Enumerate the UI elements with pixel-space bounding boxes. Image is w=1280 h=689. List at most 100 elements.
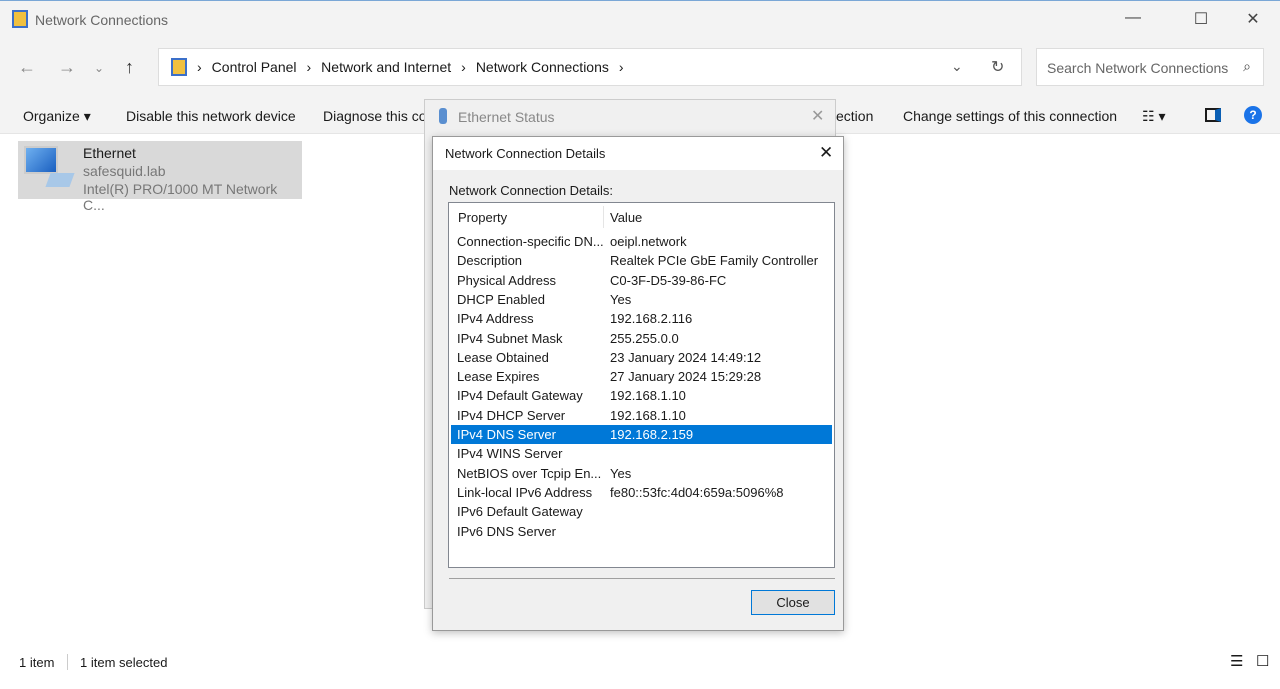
property-cell: Link-local IPv6 Address (457, 484, 593, 500)
column-header-value[interactable]: Value (610, 210, 642, 225)
maximize-button[interactable]: ☐ (1178, 9, 1224, 29)
status-bar: 1 item 1 item selected ☰ ☐ (0, 650, 1280, 676)
property-cell: DHCP Enabled (457, 291, 545, 307)
column-divider[interactable] (603, 206, 604, 228)
property-cell: Lease Expires (457, 369, 540, 385)
item-name: Ethernet (83, 145, 136, 161)
chevron-right-icon: › (618, 59, 624, 75)
dialog-close-icon[interactable]: ✕ (819, 143, 833, 163)
dialog-title: Network Connection Details (445, 146, 606, 161)
list-row[interactable]: IPv4 Address 192.168.2.116 (451, 309, 832, 328)
breadcrumb-network-and-internet[interactable]: Network and Internet (321, 59, 451, 75)
network-adapter-icon (24, 146, 58, 174)
value-cell: fe80::53fc:4d04:659a:5096%8 (610, 484, 784, 500)
network-connection-details-dialog: Network Connection Details ✕ Network Con… (432, 136, 844, 631)
search-icon: ⌕ (1243, 58, 1251, 74)
list-row[interactable]: Lease Obtained 23 January 2024 14:49:12 (451, 348, 832, 367)
list-row[interactable]: Physical Address C0-3F-D5-39-86-FC (451, 271, 832, 290)
value-cell: 23 January 2024 14:49:12 (610, 349, 762, 365)
value-cell: 255.255.0.0 (610, 330, 679, 346)
value-cell: 27 January 2024 15:29:28 (610, 369, 762, 385)
ethernet-status-title: Ethernet Status (458, 109, 555, 125)
property-cell: NetBIOS over Tcpip En... (457, 465, 602, 481)
list-row[interactable]: IPv4 DHCP Server 192.168.1.10 (451, 406, 832, 425)
property-cell: IPv4 DHCP Server (457, 407, 566, 423)
change-settings-button[interactable]: Change settings of this connection (903, 108, 1117, 124)
help-icon[interactable]: ? (1244, 106, 1262, 124)
property-cell: IPv4 Subnet Mask (457, 330, 563, 346)
recent-chevron-icon[interactable]: ⌄ (94, 61, 104, 75)
minimize-button[interactable]: — (1110, 9, 1156, 27)
list-row[interactable]: Connection-specific DN... oeipl.network (451, 232, 832, 251)
network-connections-icon (12, 10, 28, 28)
breadcrumb-control-panel[interactable]: Control Panel (212, 59, 297, 75)
list-row[interactable]: IPv4 Default Gateway 192.168.1.10 (451, 386, 832, 405)
breadcrumb-network-connections[interactable]: Network Connections (476, 59, 609, 75)
search-input[interactable]: Search Network Connections ⌕ (1036, 48, 1264, 86)
dialog-title-bar: Network Connection Details ✕ (433, 137, 843, 170)
property-cell: IPv4 Default Gateway (457, 388, 583, 404)
view-options-icon[interactable]: ☷ ▾ (1142, 108, 1165, 125)
diagnose-button[interactable]: Diagnose this co (323, 108, 427, 124)
ethernet-cable-icon (45, 173, 75, 187)
separator (449, 578, 835, 579)
chevron-right-icon: › (306, 59, 312, 75)
rename-button[interactable]: ection (836, 108, 873, 124)
value-cell: Yes (610, 291, 632, 307)
property-cell: IPv4 WINS Server (457, 446, 563, 462)
disable-device-button[interactable]: Disable this network device (126, 108, 296, 124)
forward-icon[interactable]: → (58, 57, 76, 78)
item-count: 1 item (19, 655, 55, 670)
property-cell: Connection-specific DN... (457, 234, 604, 249)
ethernet-status-close-button[interactable]: ✕ (811, 106, 824, 126)
ethernet-icon (439, 108, 447, 124)
list-row[interactable]: IPv4 WINS Server (451, 444, 832, 463)
property-cell: IPv6 DNS Server (457, 523, 556, 539)
close-button[interactable]: Close (751, 590, 835, 615)
navigation-bar: ← → ⌄ ↑ › Control Panel › Network and In… (0, 38, 1280, 98)
chevron-right-icon: › (197, 59, 202, 75)
chevron-right-icon: › (461, 59, 466, 75)
property-cell: Lease Obtained (457, 349, 549, 365)
list-row[interactable]: NetBIOS over Tcpip En... Yes (451, 464, 832, 483)
control-panel-icon (171, 58, 187, 76)
list-header: Property Value (449, 203, 834, 230)
property-cell: IPv6 Default Gateway (457, 504, 583, 520)
status-divider (67, 654, 68, 670)
item-adapter: Intel(R) PRO/1000 MT Network C... (83, 181, 278, 213)
value-cell: 192.168.2.116 (610, 311, 693, 327)
value-cell: 192.168.2.159 (610, 427, 694, 442)
up-icon[interactable]: ↑ (125, 57, 134, 78)
list-row[interactable]: Description Realtek PCIe GbE Family Contr… (451, 251, 832, 270)
list-row[interactable]: DHCP Enabled Yes (451, 290, 832, 309)
list-row[interactable]: IPv6 DNS Server (451, 522, 832, 541)
property-cell: Description (457, 253, 523, 269)
value-cell: 192.168.1.10 (610, 407, 686, 423)
value-cell: Yes (610, 465, 632, 481)
property-cell: IPv4 DNS Server (457, 427, 556, 442)
details-list[interactable]: Property Value Connection-specific DN...… (448, 202, 835, 568)
large-icons-view-icon[interactable]: ☐ (1256, 652, 1269, 670)
close-window-button[interactable]: ✕ (1230, 9, 1276, 29)
refresh-icon[interactable]: ↻ (991, 57, 1004, 77)
column-header-property[interactable]: Property (458, 210, 507, 225)
property-cell: Physical Address (457, 272, 556, 288)
address-dropdown-icon[interactable]: ⌄ (951, 58, 963, 75)
search-placeholder: Search Network Connections (1047, 60, 1229, 76)
list-row[interactable]: IPv4 Subnet Mask 255.255.0.0 (451, 329, 832, 348)
list-row[interactable]: IPv6 Default Gateway (451, 502, 832, 521)
organize-label: Organize (23, 108, 80, 124)
value-cell: 192.168.1.10 (610, 388, 686, 404)
list-row[interactable]: Lease Expires 27 January 2024 15:29:28 (451, 367, 832, 386)
ethernet-connection-item[interactable]: Ethernet safesquid.lab Intel(R) PRO/1000… (18, 141, 302, 213)
address-bar[interactable]: › Control Panel › Network and Internet ›… (158, 48, 1022, 86)
list-row[interactable]: IPv4 DNS Server 192.168.2.159 (451, 425, 832, 444)
value-cell: C0-3F-D5-39-86-FC (610, 272, 727, 288)
preview-pane-icon[interactable] (1205, 108, 1221, 122)
title-bar: Network Connections — ☐ ✕ (0, 0, 1280, 38)
back-icon[interactable]: ← (18, 57, 36, 78)
organize-button[interactable]: Organize ▾ (23, 108, 91, 125)
details-view-icon[interactable]: ☰ (1230, 652, 1243, 670)
value-cell: Realtek PCIe GbE Family Controller (610, 253, 819, 269)
list-row[interactable]: Link-local IPv6 Address fe80::53fc:4d04:6… (451, 483, 832, 502)
